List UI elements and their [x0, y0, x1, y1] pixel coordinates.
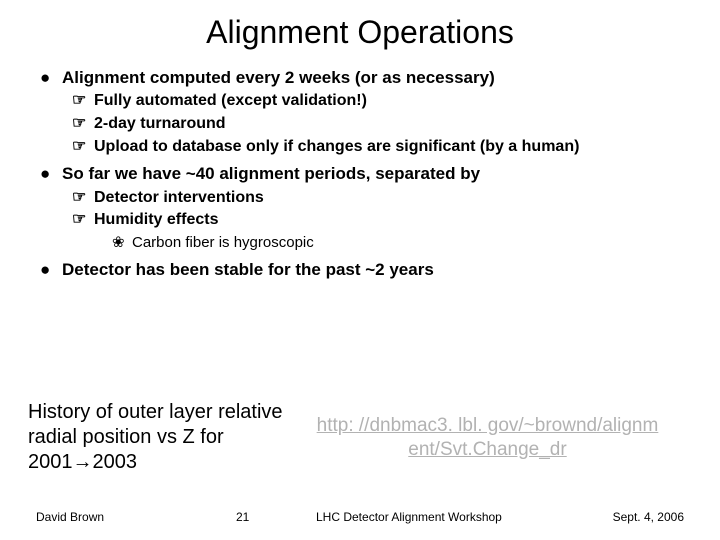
disc-icon: ● — [40, 163, 62, 185]
footer-venue: LHC Detector Alignment Workshop — [316, 510, 564, 524]
bullet-40-periods: ● So far we have ~40 alignment periods, … — [40, 163, 692, 185]
bullet-text: Humidity effects — [94, 210, 692, 231]
flower-icon: ❀ — [112, 233, 132, 253]
bullet-text: Detector interventions — [94, 188, 692, 209]
bullet-detector-stable: ● Detector has been stable for the past … — [40, 259, 692, 281]
hand-icon: ☞ — [72, 114, 94, 135]
disc-icon: ● — [40, 67, 62, 89]
bullet-fully-automated: ☞ Fully automated (except validation!) — [72, 91, 692, 112]
history-row: History of outer layer relative radial p… — [28, 400, 692, 475]
footer-page: 21 — [236, 510, 316, 524]
footer-date: Sept. 4, 2006 — [564, 510, 684, 524]
slide: Alignment Operations ● Alignment compute… — [0, 0, 720, 540]
bullet-upload-db: ☞ Upload to database only if changes are… — [72, 137, 692, 158]
hand-icon: ☞ — [72, 91, 94, 112]
hand-icon: ☞ — [72, 188, 94, 209]
bullet-detector-interventions: ☞ Detector interventions — [72, 188, 692, 209]
hand-icon: ☞ — [72, 137, 94, 158]
slide-title: Alignment Operations — [0, 0, 720, 61]
bullet-text: Carbon fiber is hygroscopic — [132, 233, 692, 253]
bullet-text: Fully automated (except validation!) — [94, 91, 692, 112]
bullet-text: 2-day turnaround — [94, 114, 692, 135]
history-caption: History of outer layer relative radial p… — [28, 400, 283, 475]
history-link[interactable]: http: //dnbmac3. lbl. gov/~brownd/alignm… — [283, 414, 692, 462]
bullet-carbon-fiber: ❀ Carbon fiber is hygroscopic — [112, 233, 692, 253]
slide-footer: David Brown 21 LHC Detector Alignment Wo… — [0, 510, 720, 524]
bullet-text: Upload to database only if changes are s… — [94, 137, 692, 158]
bullet-text: Alignment computed every 2 weeks (or as … — [62, 67, 692, 89]
bullet-text: So far we have ~40 alignment periods, se… — [62, 163, 692, 185]
bullet-text: Detector has been stable for the past ~2… — [62, 259, 692, 281]
bullet-2day-turnaround: ☞ 2-day turnaround — [72, 114, 692, 135]
slide-body: ● Alignment computed every 2 weeks (or a… — [0, 67, 720, 281]
hand-icon: ☞ — [72, 210, 94, 231]
footer-author: David Brown — [36, 510, 236, 524]
bullet-humidity-effects: ☞ Humidity effects — [72, 210, 692, 231]
disc-icon: ● — [40, 259, 62, 281]
bullet-alignment-computed: ● Alignment computed every 2 weeks (or a… — [40, 67, 692, 89]
